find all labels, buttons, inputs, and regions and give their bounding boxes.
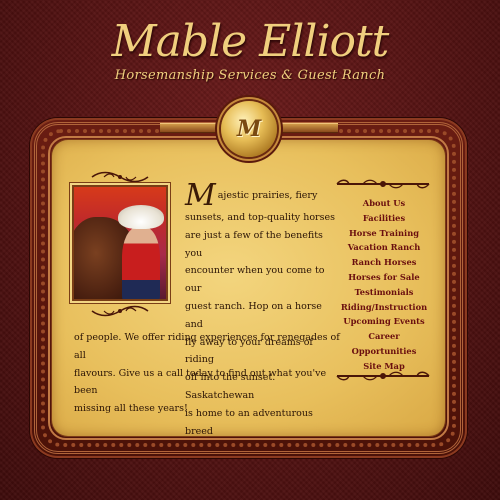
main-nav: About Us Facilities Horse Training Vacat… [335,196,433,374]
scroll-ornament-icon [91,171,149,183]
nav-testimonials[interactable]: Testimonials [335,285,433,300]
intro-paragraph-continued: of people. We offer riding experiences f… [74,329,344,418]
site-header: Mable Elliott Horsemanship Services & Gu… [0,18,500,84]
nav-about-us[interactable]: About Us [335,196,433,211]
intro-line: missing all these years! [74,403,188,415]
photo-person [122,227,160,299]
medallion-band-left [160,123,220,133]
nav-ranch-horses[interactable]: Ranch Horses [335,255,433,270]
nav-horse-training[interactable]: Horse Training [335,226,433,241]
nav-career-opportunities[interactable]: Career Opportunities [335,329,433,359]
dropcap: M [185,178,216,213]
medallion-band-right [278,123,338,133]
site-title[interactable]: Mable Elliott [0,18,500,66]
site-subtitle: Horsemanship Services & Guest Ranch [114,68,386,83]
nav-riding-instruction[interactable]: Riding/Instruction [335,300,433,315]
nav-upcoming-events[interactable]: Upcoming Events [335,314,433,329]
intro-line: are just a few of the benefits you [185,229,323,259]
photo-hat [118,205,164,229]
nav-facilities[interactable]: Facilities [335,211,433,226]
ranch-photo [72,185,168,301]
nav-horses-for-sale[interactable]: Horses for Sale [335,270,433,285]
scroll-ornament-icon [336,371,430,381]
intro-line: sunsets, and top-quality horses [185,212,335,223]
nav-vacation-ranch[interactable]: Vacation Ranch [335,240,433,255]
intro-line: of people. We offer riding experiences f… [74,332,340,361]
scroll-ornament-icon [336,179,430,189]
scroll-ornament-icon [91,305,149,317]
intro-line: encounter when you come to our [185,265,325,295]
medallion-logo[interactable]: M [221,101,277,157]
medallion-monogram: M [236,116,262,142]
intro-line: flavours. Give us a call today to find o… [74,367,327,397]
